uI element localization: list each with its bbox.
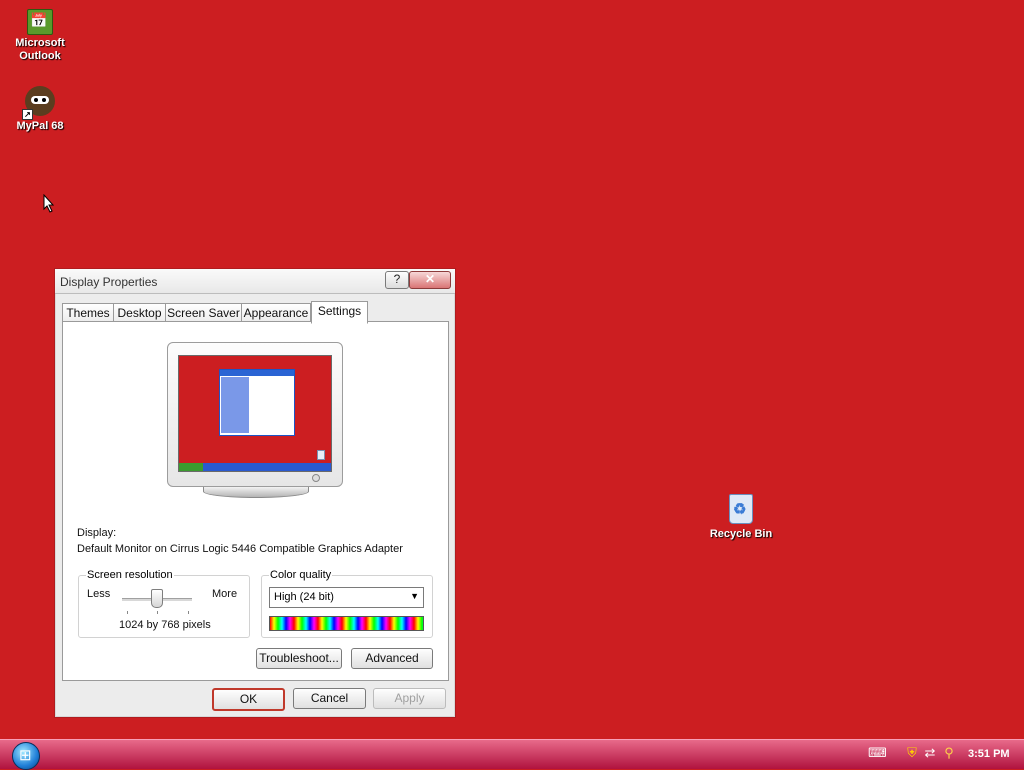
outlook-icon bbox=[27, 9, 53, 35]
close-button[interactable]: ✕ bbox=[409, 271, 451, 289]
less-label: Less bbox=[87, 588, 111, 600]
display-label: Display: bbox=[77, 527, 117, 539]
color-quality-select[interactable]: High (24 bit) ▼ bbox=[269, 587, 424, 608]
chevron-down-icon: ▼ bbox=[410, 591, 419, 601]
resolution-value: 1024 by 768 pixels bbox=[119, 619, 211, 631]
color-quality-label: Color quality bbox=[269, 569, 333, 581]
desktop-icon-label: MyPal 68 bbox=[16, 120, 64, 132]
tab-settings[interactable]: Settings bbox=[311, 301, 368, 324]
tab-appearance[interactable]: Appearance bbox=[241, 303, 311, 323]
recycle-bin-icon bbox=[725, 494, 757, 526]
desktop-icon-recycle-bin[interactable]: Recycle Bin bbox=[701, 494, 781, 541]
desktop-icon-mypal[interactable]: ↗ MyPal 68 bbox=[0, 86, 80, 133]
desktop-icon-outlook[interactable]: Microsoft Outlook bbox=[0, 5, 80, 63]
shortcut-arrow-icon: ↗ bbox=[22, 109, 33, 120]
ok-button[interactable]: OK bbox=[212, 688, 285, 711]
preview-recycle-bin-icon bbox=[317, 450, 325, 460]
screen-resolution-label: Screen resolution bbox=[86, 569, 174, 581]
help-button[interactable]: ? bbox=[385, 271, 409, 289]
display-properties-dialog: Display Properties ? ✕ Themes Desktop Sc… bbox=[54, 268, 456, 718]
color-spectrum-bar bbox=[269, 616, 424, 631]
display-adapter-value: Default Monitor on Cirrus Logic 5446 Com… bbox=[77, 543, 403, 555]
advanced-button[interactable]: Advanced bbox=[351, 648, 433, 669]
mouse-cursor-icon bbox=[43, 194, 55, 213]
troubleshoot-button[interactable]: Troubleshoot... bbox=[256, 648, 342, 669]
taskbar: ⌨ ⛨ ⇄ ⚲ 3:51 PM bbox=[0, 739, 1024, 770]
desktop-icon-label: Microsoft Outlook bbox=[15, 37, 65, 62]
settings-panel: Display: Default Monitor on Cirrus Logic… bbox=[62, 321, 449, 681]
color-quality-group: Color quality High (24 bit) ▼ bbox=[261, 569, 433, 638]
apply-button[interactable]: Apply bbox=[373, 688, 446, 709]
preview-window bbox=[219, 369, 295, 436]
search-icon[interactable]: ⚲ bbox=[941, 745, 957, 761]
screen-resolution-group: Screen resolution Less More 1024 by 768 … bbox=[78, 569, 250, 638]
power-button-icon bbox=[312, 474, 320, 482]
dialog-titlebar[interactable]: Display Properties ? ✕ bbox=[55, 269, 455, 294]
dialog-title: Display Properties bbox=[60, 275, 158, 289]
keyboard-icon[interactable]: ⌨ bbox=[868, 745, 887, 761]
monitor-screen-preview bbox=[178, 355, 332, 472]
taskbar-clock[interactable]: 3:51 PM bbox=[968, 748, 1010, 760]
resolution-slider-thumb[interactable] bbox=[151, 589, 163, 608]
monitor-bezel bbox=[167, 342, 343, 487]
security-shield-icon[interactable]: ⛨ bbox=[904, 745, 920, 761]
tab-themes[interactable]: Themes bbox=[62, 303, 114, 323]
color-quality-value: High (24 bit) bbox=[274, 591, 334, 603]
tab-desktop[interactable]: Desktop bbox=[113, 303, 166, 323]
tab-screen-saver[interactable]: Screen Saver bbox=[165, 303, 242, 323]
start-orb-icon[interactable] bbox=[12, 742, 40, 770]
network-icon[interactable]: ⇄ bbox=[922, 745, 938, 761]
more-label: More bbox=[212, 588, 238, 600]
desktop-icon-label: Recycle Bin bbox=[709, 528, 773, 540]
monitor-preview bbox=[167, 342, 343, 498]
preview-taskbar bbox=[179, 463, 331, 471]
mypal-icon: ↗ bbox=[22, 86, 56, 120]
cancel-button[interactable]: Cancel bbox=[293, 688, 366, 709]
